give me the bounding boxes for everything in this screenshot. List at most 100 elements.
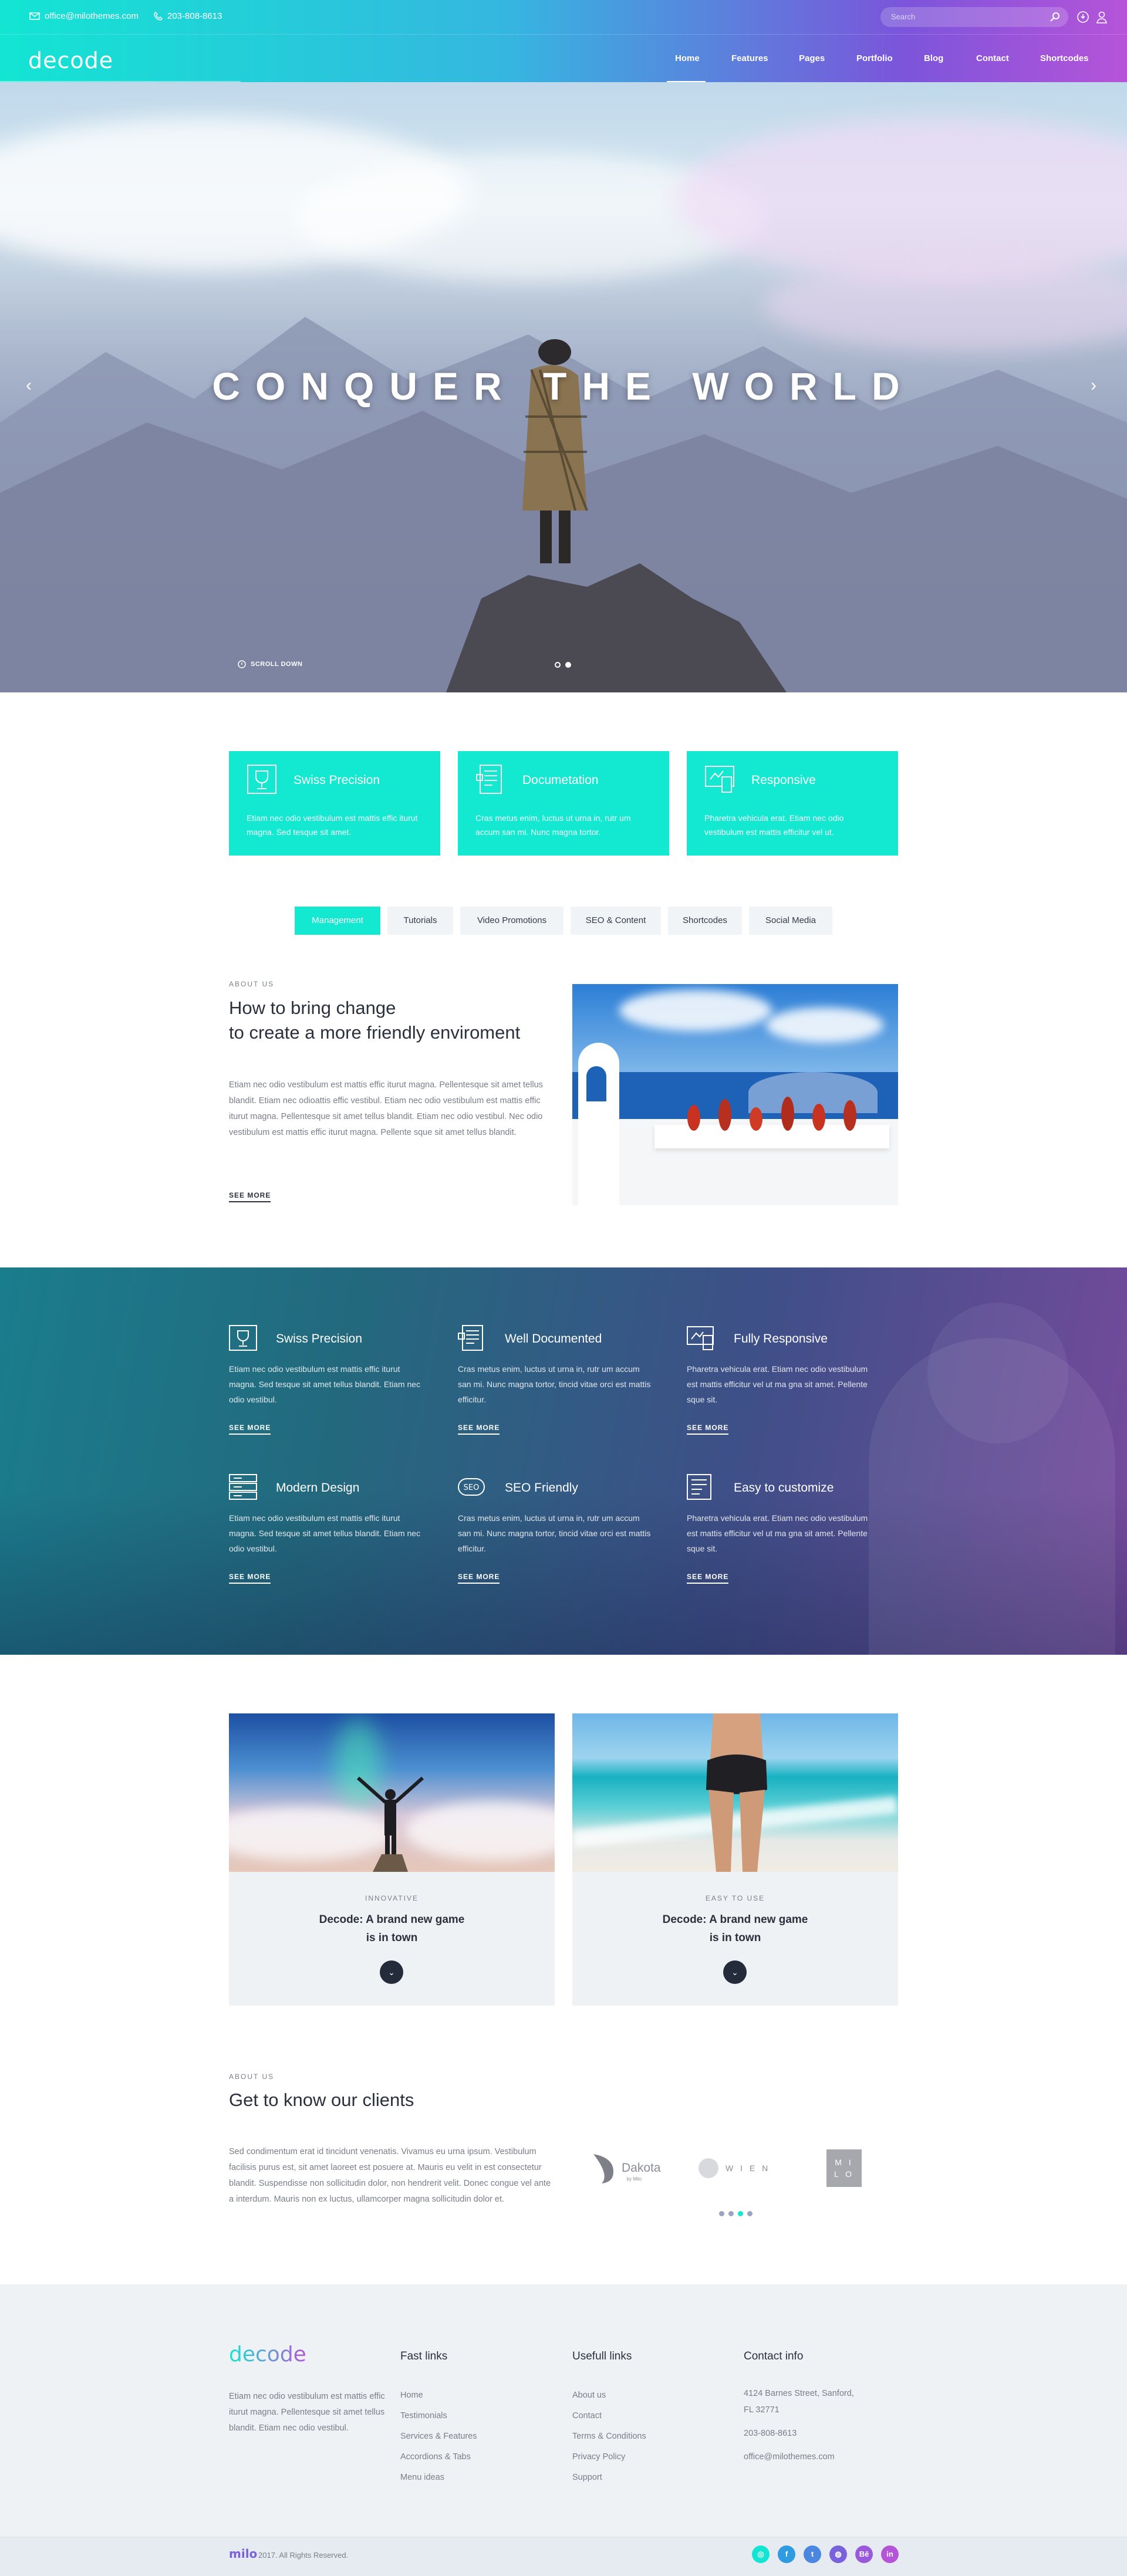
nav-item-features[interactable]: Features (731, 53, 768, 63)
tab-video-promotions[interactable]: Video Promotions (460, 907, 564, 935)
social-glyph: in (886, 2550, 893, 2558)
seo-icon: SEO (458, 1478, 485, 1496)
footer-fast-links: Home Testimonials Services & Features Ac… (400, 2385, 477, 2488)
feature-title: Documetation (522, 773, 599, 787)
band-feature-title: Fully Responsive (734, 1332, 828, 1346)
footer-logo[interactable]: decode (229, 2342, 306, 2367)
promo-card-image (572, 1713, 898, 1872)
footer-link[interactable]: Services & Features (400, 2426, 477, 2447)
see-more-link[interactable]: SEE MORE (687, 1424, 729, 1435)
see-more-link[interactable]: SEE MORE (229, 1424, 271, 1435)
band-feature-text: Pharetra vehicula erat. Etiam nec odio v… (687, 1364, 868, 1404)
footer-link[interactable]: Privacy Policy (572, 2447, 646, 2467)
footer-link[interactable]: Testimonials (400, 2406, 477, 2426)
see-more-link[interactable]: SEE MORE (229, 1573, 271, 1584)
client-logo-wien[interactable]: W I E N (699, 2148, 770, 2189)
see-more-label: SEE MORE (229, 1191, 271, 1202)
promo-card-title-line2: is in town (366, 1932, 418, 1944)
band-feature-title: Modern Design (276, 1481, 360, 1495)
footer-email[interactable]: office@milothemes.com (744, 2449, 854, 2465)
promo-card-title-line1: Decode: A brand new game (662, 1914, 808, 1926)
contact-email[interactable]: office@milothemes.com (29, 11, 139, 21)
social-glyph: f (785, 2550, 788, 2558)
nav-item-pages[interactable]: Pages (799, 53, 825, 63)
footer-link[interactable]: Contact (572, 2406, 646, 2426)
footer-link[interactable]: Home (400, 2385, 477, 2406)
clients-text: Sed condimentum erat id tincidunt venena… (229, 2147, 551, 2204)
login-icon[interactable] (1077, 11, 1089, 23)
footer-link[interactable]: About us (572, 2385, 646, 2406)
facebook-icon[interactable]: f (778, 2545, 795, 2563)
twitter-icon[interactable]: t (804, 2545, 821, 2563)
footer-link[interactable]: Terms & Conditions (572, 2426, 646, 2447)
footer-phone[interactable]: 203-808-8613 (744, 2425, 854, 2442)
nav-item-shortcodes[interactable]: Shortcodes (1040, 53, 1089, 63)
about-see-more-link[interactable]: SEE MORE (229, 1190, 271, 1202)
promo-card-label: EASY TO USE (705, 1894, 765, 1902)
feature-card: Responsive Pharetra vehicula erat. Etiam… (687, 751, 898, 856)
wien-logo-text: W I E N (726, 2163, 771, 2173)
tripadvisor-icon[interactable]: ◎ (752, 2545, 770, 2563)
clients-page-4[interactable] (747, 2211, 753, 2216)
phone-text: 203-808-8613 (167, 11, 222, 21)
chevron-right-icon[interactable]: › (1091, 376, 1096, 395)
nav-item-portfolio[interactable]: Portfolio (856, 53, 893, 63)
see-more-link[interactable]: SEE MORE (687, 1573, 729, 1584)
about-image (572, 984, 898, 1205)
phone-icon (154, 12, 163, 21)
footer-link[interactable]: Support (572, 2467, 646, 2488)
feature-card: Swiss Precision Etiam nec odio vestibulu… (229, 751, 440, 856)
promo-card: EASY TO USE Decode: A brand new game is … (572, 1713, 898, 2006)
search-icon[interactable] (1050, 12, 1060, 22)
chevron-down-icon[interactable]: ⌄ (723, 1960, 747, 1984)
milo-brand-mark[interactable]: milo (229, 2547, 257, 2561)
see-more-link[interactable]: SEE MORE (458, 1424, 500, 1435)
footer-useful-links-title: Usefull links (572, 2350, 632, 2362)
user-icon[interactable] (1095, 11, 1108, 23)
slider-dot-2[interactable] (565, 662, 571, 668)
footer-link[interactable]: Accordions & Tabs (400, 2447, 477, 2467)
clients-page-2[interactable] (728, 2211, 734, 2216)
client-logo-dakota[interactable]: Dakota by Milo (590, 2148, 661, 2189)
features-band (0, 1267, 1127, 1655)
tab-social-media[interactable]: Social Media (749, 907, 832, 935)
footer-fast-links-title: Fast links (400, 2350, 448, 2362)
top-bar: office@milothemes.com 203-808-8613 Searc… (0, 0, 1127, 34)
footer-address-line2: FL 32771 (744, 2405, 780, 2415)
feature-text: Pharetra vehicula erat. Etiam nec odio v… (704, 813, 844, 837)
tab-shortcodes[interactable]: Shortcodes (668, 907, 742, 935)
feature-title: Swiss Precision (293, 773, 380, 787)
client-logo-milo[interactable]: M I L O (826, 2148, 862, 2189)
contact-phone[interactable]: 203-808-8613 (154, 11, 222, 21)
slider-dot-1[interactable] (555, 662, 561, 668)
chevron-down-icon[interactable]: ⌄ (380, 1960, 403, 1984)
tab-management[interactable]: Management (295, 907, 380, 935)
behance-icon[interactable]: Bē (855, 2545, 873, 2563)
chevron-left-icon[interactable]: ‹ (26, 376, 32, 395)
promo-card-label: INNOVATIVE (365, 1894, 419, 1902)
nav-item-home[interactable]: Home (675, 53, 700, 63)
clients-page-1[interactable] (719, 2211, 724, 2216)
scroll-down-label: SCROLL DOWN (251, 661, 303, 668)
tab-tutorials[interactable]: Tutorials (387, 907, 453, 935)
linkedin-icon[interactable]: in (881, 2545, 899, 2563)
dribbble-icon[interactable]: ◍ (829, 2545, 847, 2563)
feature-text: Etiam nec odio vestibulum est mattis eff… (247, 813, 418, 837)
scroll-down-link[interactable]: SCROLL DOWN (238, 660, 302, 668)
feature-card: Documetation Cras metus enim, luctus ut … (458, 751, 669, 856)
milo-logo-text: M I L O (826, 2149, 862, 2187)
search-input[interactable]: Search (880, 7, 1068, 27)
nav-item-blog[interactable]: Blog (924, 53, 943, 63)
responsive-icon (687, 1326, 714, 1350)
band-feature-text: Pharetra vehicula erat. Etiam nec odio v… (687, 1513, 868, 1553)
mail-icon (29, 12, 40, 20)
footer-contact-title: Contact info (744, 2350, 804, 2362)
about-title-line1: How to bring change (229, 998, 396, 1018)
see-more-link[interactable]: SEE MORE (458, 1573, 500, 1584)
footer-link[interactable]: Menu ideas (400, 2467, 477, 2488)
nav-item-contact[interactable]: Contact (976, 53, 1009, 63)
logo[interactable]: decode (28, 48, 113, 73)
clients-page-3[interactable] (738, 2211, 743, 2216)
band-feature-title: Swiss Precision (276, 1332, 363, 1346)
tab-seo-content[interactable]: SEO & Content (571, 907, 661, 935)
